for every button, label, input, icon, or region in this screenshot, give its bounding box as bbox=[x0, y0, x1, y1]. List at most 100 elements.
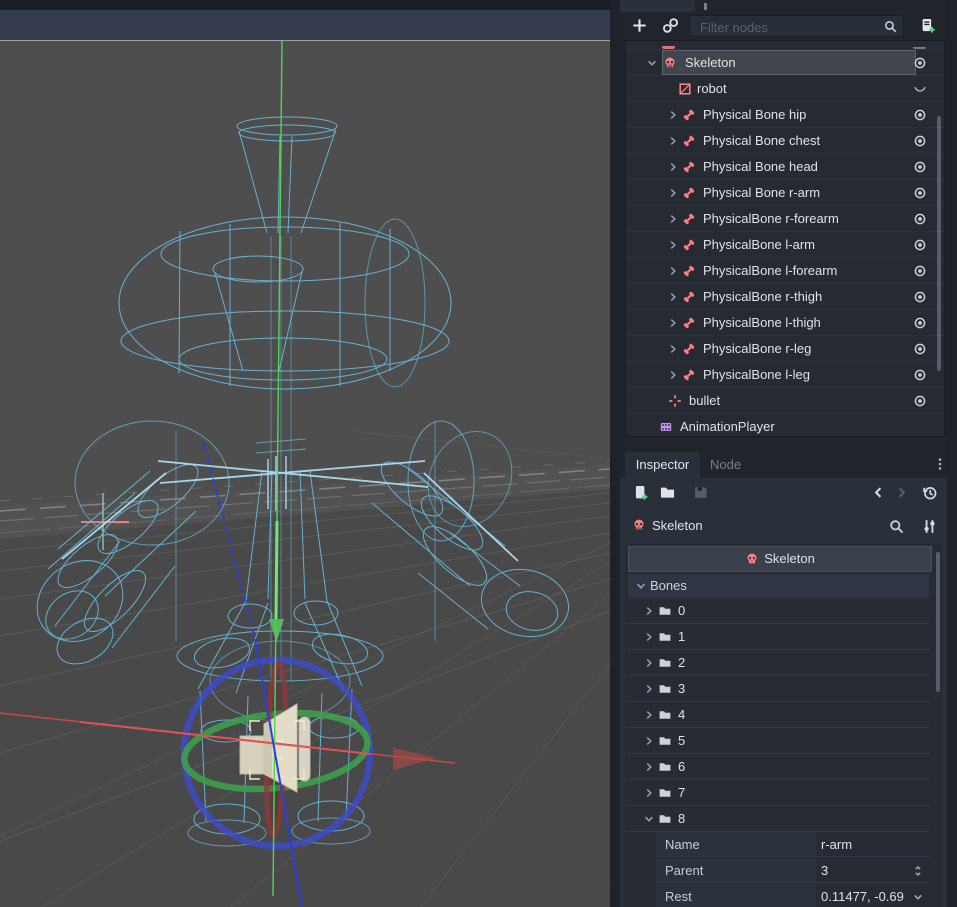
visibility-on-icon[interactable] bbox=[913, 368, 928, 383]
visibility-off-icon[interactable] bbox=[913, 82, 928, 97]
search-icon bbox=[883, 19, 898, 34]
chevron-right-icon[interactable] bbox=[642, 786, 656, 800]
folder-icon bbox=[658, 630, 672, 644]
spinner-icon[interactable] bbox=[911, 864, 925, 878]
add-node-button[interactable] bbox=[629, 16, 649, 36]
bone-folder-label: 3 bbox=[678, 681, 685, 696]
chevron-right-icon[interactable] bbox=[642, 656, 656, 670]
tree-row-robot[interactable]: robot bbox=[626, 76, 944, 102]
tree-row-skeleton[interactable]: Skeleton bbox=[626, 50, 944, 76]
attach-script-button[interactable] bbox=[917, 16, 937, 36]
chevron-right-icon[interactable] bbox=[666, 134, 680, 148]
filter-nodes-input[interactable] bbox=[698, 17, 877, 37]
history-back-button[interactable] bbox=[868, 483, 888, 503]
3d-viewport[interactable] bbox=[0, 40, 610, 907]
scene-tree-scrollbar[interactable] bbox=[937, 116, 941, 371]
history-forward-button[interactable] bbox=[891, 483, 911, 503]
tree-row-physical-bone-head[interactable]: Physical Bone head bbox=[626, 154, 944, 180]
chevron-right-icon[interactable] bbox=[666, 212, 680, 226]
tab-node[interactable]: Node bbox=[710, 452, 741, 478]
instance-scene-button[interactable] bbox=[660, 16, 680, 36]
visibility-on-icon[interactable] bbox=[913, 160, 928, 175]
bone-folder-label: 4 bbox=[678, 707, 685, 722]
load-resource-button[interactable] bbox=[657, 483, 677, 503]
inspector-panel: Skeleton Skeleton Bones 012345678Namer-a… bbox=[620, 478, 947, 907]
inspector-search-button[interactable] bbox=[886, 517, 906, 537]
chevron-right-icon[interactable] bbox=[642, 708, 656, 722]
visibility-on-icon[interactable] bbox=[913, 134, 928, 149]
tree-row-physical-bone-hip[interactable]: Physical Bone hip bbox=[626, 102, 944, 128]
viewport-canvas[interactable] bbox=[0, 41, 610, 907]
tab-inspector[interactable]: Inspector bbox=[625, 452, 700, 478]
chevron-right-icon[interactable] bbox=[642, 734, 656, 748]
bone-folder-7[interactable]: 7 bbox=[625, 780, 930, 806]
scene-dock-tab[interactable] bbox=[620, 0, 695, 12]
chevron-right-icon[interactable] bbox=[666, 316, 680, 330]
tree-row-animationplayer[interactable]: AnimationPlayer bbox=[626, 414, 944, 437]
tree-row-bullet[interactable]: bullet bbox=[626, 388, 944, 414]
bone-folder-8[interactable]: 8 bbox=[625, 806, 930, 832]
tree-row-physical-bone-chest[interactable]: Physical Bone chest bbox=[626, 128, 944, 154]
chevron-right-icon[interactable] bbox=[666, 342, 680, 356]
bone-folder-label: 2 bbox=[678, 655, 685, 670]
property-value[interactable]: r-arm bbox=[816, 832, 929, 857]
bone-icon bbox=[682, 160, 696, 174]
folder-icon bbox=[658, 604, 672, 618]
visibility-on-icon[interactable] bbox=[913, 56, 928, 71]
property-value[interactable]: 0.11477, -0.69 bbox=[816, 884, 929, 907]
visibility-on-icon[interactable] bbox=[913, 212, 928, 227]
tree-row-physicalbone-l-thigh[interactable]: PhysicalBone l-thigh bbox=[626, 310, 944, 336]
visibility-on-icon[interactable] bbox=[913, 316, 928, 331]
chevron-right-icon[interactable] bbox=[642, 604, 656, 618]
bone-folder-3[interactable]: 3 bbox=[625, 676, 930, 702]
tree-row-physicalbone-r-leg[interactable]: PhysicalBone r-leg bbox=[626, 336, 944, 362]
chevron-down-icon[interactable] bbox=[645, 56, 659, 70]
tree-row-physicalbone-l-arm[interactable]: PhysicalBone l-arm bbox=[626, 232, 944, 258]
save-resource-button[interactable] bbox=[690, 483, 710, 503]
visibility-on-icon[interactable] bbox=[913, 264, 928, 279]
chevron-right-icon[interactable] bbox=[642, 630, 656, 644]
bone-folder-2[interactable]: 2 bbox=[625, 650, 930, 676]
inspector-scrollbar[interactable] bbox=[936, 552, 940, 692]
visibility-on-icon[interactable] bbox=[913, 342, 928, 357]
tree-row-physicalbone-l-leg[interactable]: PhysicalBone l-leg bbox=[626, 362, 944, 388]
tree-row-partial[interactable] bbox=[626, 41, 944, 50]
tree-item-label: PhysicalBone r-forearm bbox=[703, 211, 839, 226]
chevron-right-icon[interactable] bbox=[642, 760, 656, 774]
chevron-right-icon[interactable] bbox=[666, 264, 680, 278]
bone-folder-6[interactable]: 6 bbox=[625, 754, 930, 780]
dropdown-icon[interactable] bbox=[911, 890, 925, 904]
tree-row-physicalbone-l-forearm[interactable]: PhysicalBone l-forearm bbox=[626, 258, 944, 284]
chevron-right-icon[interactable] bbox=[666, 368, 680, 382]
new-resource-button[interactable] bbox=[630, 483, 650, 503]
tabbar-menu-button[interactable] bbox=[933, 457, 947, 471]
chevron-right-icon[interactable] bbox=[666, 238, 680, 252]
inspector-toolbar bbox=[620, 478, 947, 510]
bone-folder-4[interactable]: 4 bbox=[625, 702, 930, 728]
inspector-tabbar: Inspector Node bbox=[620, 450, 947, 478]
tree-row-physicalbone-r-forearm[interactable]: PhysicalBone r-forearm bbox=[626, 206, 944, 232]
inspector-tools-button[interactable] bbox=[919, 517, 939, 537]
visibility-on-icon[interactable] bbox=[913, 238, 928, 253]
chevron-right-icon[interactable] bbox=[642, 682, 656, 696]
section-bones[interactable]: Bones bbox=[628, 574, 929, 598]
chevron-right-icon[interactable] bbox=[666, 186, 680, 200]
chevron-down-icon bbox=[634, 579, 648, 593]
visibility-on-icon[interactable] bbox=[913, 290, 928, 305]
bone-folder-0[interactable]: 0 bbox=[625, 598, 930, 624]
object-history-button[interactable] bbox=[919, 483, 939, 503]
tree-row-physical-bone-r-arm[interactable]: Physical Bone r-arm bbox=[626, 180, 944, 206]
dock-pin-icon bbox=[704, 3, 707, 10]
tree-row-physicalbone-r-thigh[interactable]: PhysicalBone r-thigh bbox=[626, 284, 944, 310]
chevron-down-icon[interactable] bbox=[642, 812, 656, 826]
visibility-on-icon[interactable] bbox=[913, 186, 928, 201]
visibility-on-icon[interactable] bbox=[913, 394, 928, 409]
chevron-right-icon[interactable] bbox=[666, 108, 680, 122]
chevron-right-icon[interactable] bbox=[666, 290, 680, 304]
visibility-on-icon[interactable] bbox=[913, 108, 928, 123]
chevron-right-icon[interactable] bbox=[666, 160, 680, 174]
bone-folder-1[interactable]: 1 bbox=[625, 624, 930, 650]
bone-folder-5[interactable]: 5 bbox=[625, 728, 930, 754]
property-row-rest: Rest0.11477, -0.69 bbox=[625, 884, 942, 907]
property-value[interactable]: 3 bbox=[816, 858, 929, 883]
